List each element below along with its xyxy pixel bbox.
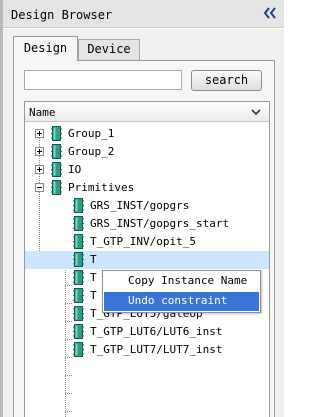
tree-node-label: GRS_INST/gopgrs_start	[90, 217, 230, 230]
tree-node-primitive[interactable]: T_GTP_INV/opit_5	[25, 233, 269, 251]
tab-design[interactable]: Design	[13, 36, 78, 61]
tree-node-primitive[interactable]: GRS_INST/gopgrs	[25, 197, 269, 215]
chip-icon	[73, 252, 84, 267]
tree-node-label: T_GTP_INV/opit_5	[90, 235, 196, 248]
chip-icon	[51, 144, 62, 159]
chip-icon	[73, 288, 84, 303]
chip-icon	[73, 342, 84, 357]
search-input[interactable]	[24, 70, 182, 90]
panel-title: Design Browser	[11, 8, 113, 22]
panel-titlebar: Design Browser	[3, 0, 284, 28]
chevron-down-icon[interactable]	[251, 107, 261, 117]
tree-node-label: Primitives	[68, 181, 135, 194]
tree-node-primitive-selected[interactable]: T	[25, 251, 269, 269]
column-name-label: Name	[29, 106, 56, 119]
search-button[interactable]: search	[191, 70, 262, 91]
chip-icon	[73, 270, 84, 285]
chip-icon	[73, 216, 84, 231]
expand-icon[interactable]	[35, 129, 44, 138]
tree-node-label: Group_1	[68, 127, 115, 140]
menu-item-copy-instance-name[interactable]: Copy Instance Name	[104, 272, 259, 291]
tree-node-label: T	[90, 271, 97, 284]
tree-node-group-2[interactable]: Group_2	[25, 143, 269, 161]
tree-guide-line	[65, 411, 72, 412]
tab-device[interactable]: Device	[78, 39, 140, 60]
chip-icon	[51, 162, 62, 177]
tree-node-primitive[interactable]: T_GTP_LUT7/LUT7_inst	[25, 341, 269, 359]
tree-node-label: T	[90, 289, 97, 302]
menu-item-undo-constraint[interactable]: Undo constraint	[104, 292, 259, 311]
chip-icon	[73, 234, 84, 249]
expand-icon[interactable]	[35, 147, 44, 156]
expand-icon[interactable]	[35, 165, 44, 174]
tree-node-primitive[interactable]: T_GTP_LUT6/LUT6_inst	[25, 323, 269, 341]
chip-icon	[51, 126, 62, 141]
tree-node-io[interactable]: IO	[25, 161, 269, 179]
design-tree: Name Group_1 Group_2 IO Primitives GRS_I…	[24, 101, 270, 417]
collapse-icon[interactable]	[35, 183, 44, 192]
tree-node-primitives[interactable]: Primitives	[25, 179, 269, 197]
tab-content: search Name Group_1 Group_2 IO Primitive…	[13, 60, 275, 417]
tree-node-label: Group_2	[68, 145, 115, 158]
tree-node-label: T_GTP_LUT6/LUT6_inst	[90, 325, 223, 338]
tree-node-label: IO	[68, 163, 82, 176]
chip-icon	[51, 180, 62, 195]
tree-node-label: T_GTP_LUT7/LUT7_inst	[90, 343, 223, 356]
tree-node-group-1[interactable]: Group_1	[25, 125, 269, 143]
chip-icon	[73, 198, 84, 213]
double-chevron-left-icon[interactable]	[263, 5, 277, 21]
tree-node-label: GRS_INST/gopgrs	[90, 199, 190, 212]
tree-node-primitive[interactable]: GRS_INST/gopgrs_start	[25, 215, 269, 233]
design-browser-panel: Design Device search Name Group_1 Group_…	[3, 29, 284, 417]
chip-icon	[73, 306, 84, 321]
chip-icon	[73, 324, 84, 339]
context-menu: Copy Instance Name Undo constraint	[102, 270, 261, 313]
tree-guide-line	[65, 375, 72, 376]
tree-guide-line	[65, 393, 72, 394]
tree-node-label: T	[90, 253, 97, 266]
tree-column-header[interactable]: Name	[25, 102, 269, 122]
